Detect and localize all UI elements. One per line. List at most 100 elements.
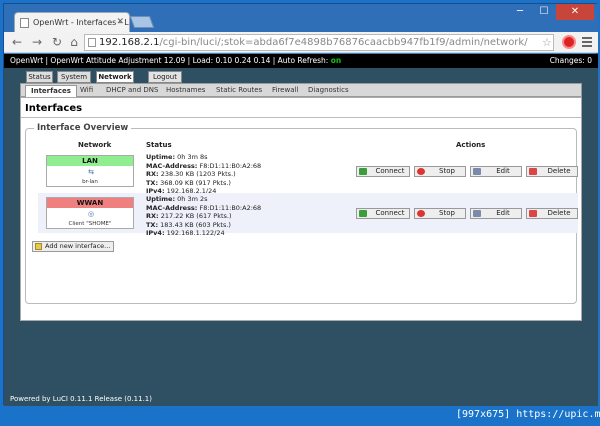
ipv4-label: IPv4:: [146, 229, 165, 237]
tab-static-routes[interactable]: Static Routes: [211, 85, 267, 97]
rx-label: RX:: [146, 170, 159, 178]
page-info-icon: [88, 38, 96, 47]
title-divider: [21, 117, 581, 118]
bookmark-star-icon[interactable]: ☆: [542, 36, 552, 49]
page-viewport: OpenWrt | OpenWrt Attitude Adjustment 12…: [4, 54, 598, 406]
uptime-value: 0h 3m 8s: [177, 153, 208, 161]
rx-value: 217.22 KB (617 Pkts.): [160, 212, 232, 220]
uptime-label: Uptime:: [146, 153, 176, 161]
minimize-icon[interactable]: ─: [508, 4, 532, 20]
connect-button[interactable]: Connect: [356, 166, 410, 177]
rx-label: RX:: [146, 212, 159, 220]
connect-icon: [359, 168, 367, 175]
luci-header: OpenWrt | OpenWrt Attitude Adjustment 12…: [4, 54, 598, 68]
auto-refresh-toggle[interactable]: on: [331, 56, 342, 65]
ipv4-value: 192.168.1.122/24: [166, 229, 225, 237]
section-title: Interface Overview: [34, 123, 132, 133]
tab-wifi[interactable]: Wifi: [75, 85, 98, 97]
wifi-icon: ◎: [87, 210, 95, 218]
header-text: OpenWrt | OpenWrt Attitude Adjustment 12…: [10, 56, 329, 65]
edit-label: Edit: [496, 167, 510, 175]
window-controls: ─ ☐ ✕: [508, 4, 594, 22]
tx-value: 183.43 KB (603 Pkts.): [160, 220, 231, 229]
address-bar[interactable]: 192.168.2.1/cgi-bin/luci/;stok=abda6f7e4…: [84, 34, 554, 51]
screenshot: OpenWrt - Interfaces - LuC ✕ ─ ☐ ✕ ← → ↻…: [0, 0, 600, 426]
delete-icon: [529, 168, 537, 175]
back-icon[interactable]: ←: [10, 35, 24, 49]
tab-strip: OpenWrt - Interfaces - LuC ✕ ─ ☐ ✕: [4, 4, 598, 32]
add-interface-label: Add new interface...: [45, 242, 111, 250]
interface-status: Uptime: 0h 3m 8s MAC-Address: F8:D1:11:B…: [146, 153, 261, 196]
page-title: Interfaces: [25, 103, 83, 114]
changes-link[interactable]: Changes: 0: [550, 54, 592, 68]
tab-dhcp-dns[interactable]: DHCP and DNS: [101, 85, 163, 97]
stop-icon: [417, 210, 425, 217]
stop-icon: [417, 168, 425, 175]
add-interface-button[interactable]: Add new interface...: [32, 241, 115, 252]
browser-window: OpenWrt - Interfaces - LuC ✕ ─ ☐ ✕ ← → ↻…: [3, 3, 598, 406]
mac-value: F8:D1:11:B0:A2:68: [199, 161, 262, 170]
edit-button[interactable]: Edit: [470, 166, 522, 177]
edit-icon: [473, 168, 481, 175]
column-actions: Actions: [456, 141, 486, 149]
uptime-value: 0h 3m 2s: [177, 195, 208, 203]
edit-label: Edit: [496, 209, 510, 217]
address-path: /cgi-bin/luci/;stok=abda6f7e4898b76876ca…: [159, 37, 528, 48]
stop-button[interactable]: Stop: [414, 166, 466, 177]
connect-icon: [359, 210, 367, 217]
delete-label: Delete: [547, 209, 571, 217]
network-name: LAN: [47, 156, 133, 166]
delete-button[interactable]: Delete: [526, 166, 578, 177]
edit-icon: [473, 210, 481, 217]
close-window-icon[interactable]: ✕: [556, 4, 594, 20]
page-icon: [20, 18, 29, 28]
tab-firewall[interactable]: Firewall: [267, 85, 303, 97]
sub-menu: Interfaces Wifi DHCP and DNS Hostnames S…: [20, 83, 582, 97]
tab-title: OpenWrt - Interfaces - LuC: [33, 18, 130, 27]
network-badge-lan: LAN ⇆ br-lan: [46, 155, 134, 187]
extension-icon[interactable]: [562, 35, 576, 49]
interface-overview: Interface Overview Network Status Action…: [25, 123, 578, 304]
network-device: Client "SHOME": [68, 221, 112, 227]
tx-label: TX:: [146, 220, 159, 229]
tab-hostnames[interactable]: Hostnames: [161, 85, 210, 97]
close-tab-icon[interactable]: ✕: [116, 17, 124, 27]
content-panel: Interfaces Interface Overview Network St…: [20, 97, 582, 321]
network-badge-wwan: WWAN ◎ Client "SHOME": [46, 197, 134, 229]
maximize-icon[interactable]: ☐: [532, 4, 556, 20]
menu-status[interactable]: Status: [26, 71, 53, 83]
interface-status: Uptime: 0h 3m 2s MAC-Address: F8:D1:11:B…: [146, 195, 261, 238]
interface-row-lan: LAN ⇆ br-lan Uptime: 0h 3m 8s MAC-Addres…: [38, 151, 578, 195]
delete-icon: [529, 210, 537, 217]
interface-row-wwan: WWAN ◎ Client "SHOME" Uptime: 0h 3m 2s M…: [38, 193, 578, 237]
browser-menu-icon[interactable]: [582, 37, 592, 49]
home-icon[interactable]: ⌂: [67, 35, 81, 49]
bridge-icon: ⇆: [88, 168, 94, 176]
tab-interfaces[interactable]: Interfaces: [25, 85, 77, 97]
browser-tab[interactable]: OpenWrt - Interfaces - LuC ✕: [14, 12, 130, 32]
delete-button[interactable]: Delete: [526, 208, 578, 219]
forward-icon[interactable]: →: [30, 35, 44, 49]
browser-toolbar: ← → ↻ ⌂ 192.168.2.1/cgi-bin/luci/;stok=a…: [4, 32, 598, 53]
menu-system[interactable]: System: [57, 71, 91, 83]
address-host: 192.168.2.1: [99, 37, 160, 48]
network-device: br-lan: [82, 179, 98, 185]
connect-button[interactable]: Connect: [356, 208, 410, 219]
image-watermark-text: [997x675] https://upic.me/: [456, 409, 600, 420]
new-tab-button[interactable]: [129, 16, 155, 28]
tab-diagnostics[interactable]: Diagnostics: [303, 85, 354, 97]
column-network: Network: [78, 141, 112, 149]
stop-label: Stop: [439, 209, 455, 217]
rx-value: 238.30 KB (1203 Pkts.): [160, 170, 236, 178]
stop-label: Stop: [439, 167, 455, 175]
reload-icon[interactable]: ↻: [50, 35, 64, 49]
edit-button[interactable]: Edit: [470, 208, 522, 219]
delete-label: Delete: [547, 167, 571, 175]
menu-network[interactable]: Network: [96, 71, 134, 83]
menu-logout[interactable]: Logout: [148, 71, 182, 83]
mac-label: MAC-Address:: [146, 203, 198, 212]
mac-label: MAC-Address:: [146, 161, 198, 170]
tx-value: 368.09 KB (917 Pkts.): [160, 178, 231, 187]
stop-button[interactable]: Stop: [414, 208, 466, 219]
add-icon: [35, 243, 42, 250]
